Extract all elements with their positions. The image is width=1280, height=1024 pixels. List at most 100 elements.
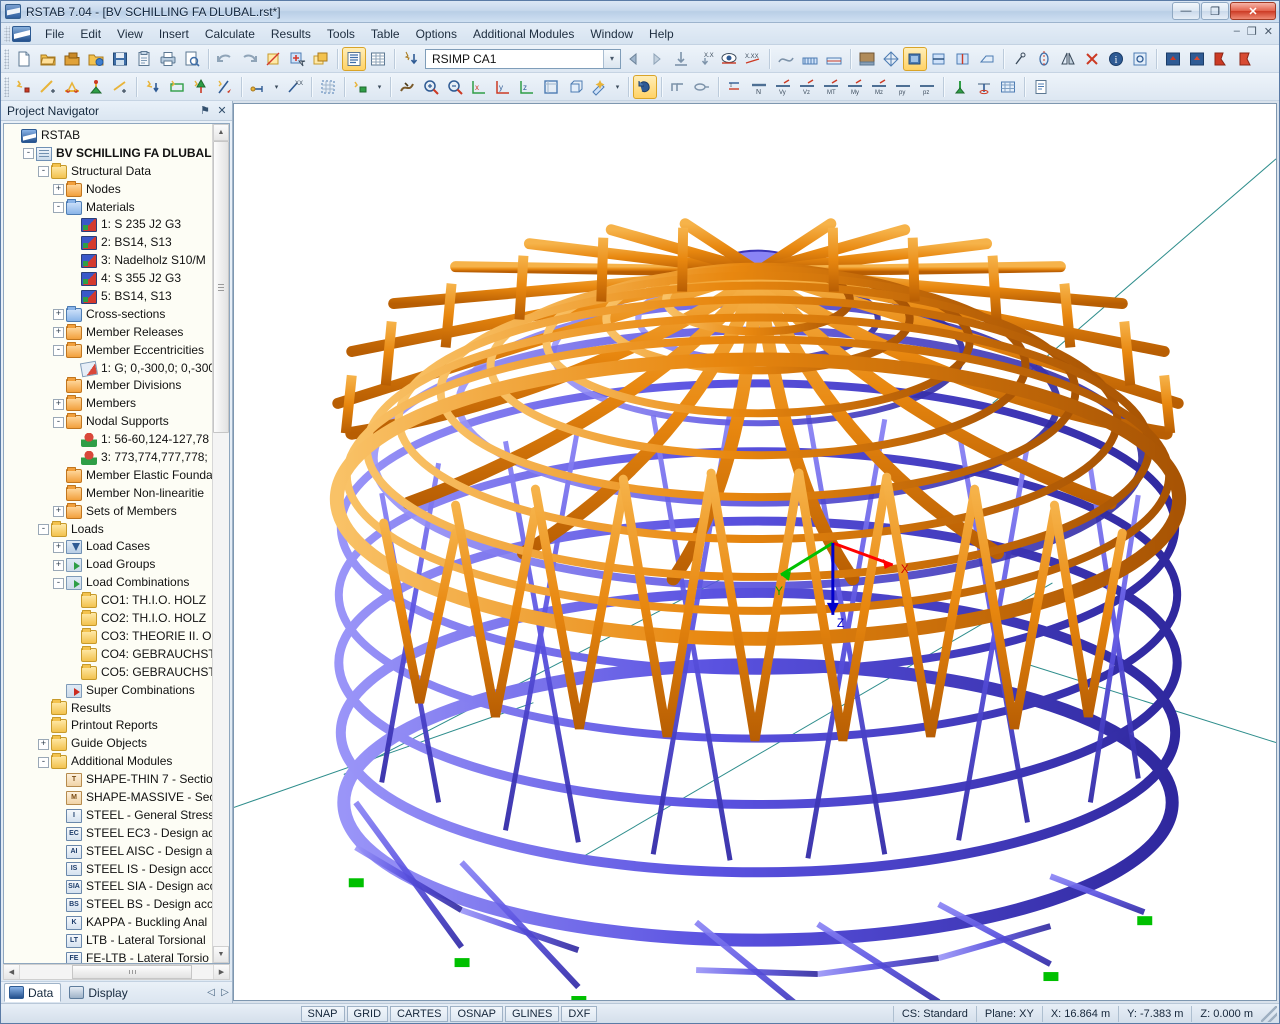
node-numbering-icon[interactable] — [246, 75, 270, 99]
tree-item[interactable]: CO1: TH.I.O. HOLZ — [8, 592, 212, 610]
toggle-snap[interactable]: SNAP — [301, 1006, 345, 1022]
tree-item[interactable]: BSSTEEL BS - Design acco — [8, 896, 212, 914]
tree-item[interactable]: 4: S 355 J2 G3 — [8, 270, 212, 288]
solid-model-icon[interactable] — [903, 47, 927, 71]
object-snap-dropdown-icon[interactable]: ▾ — [373, 75, 386, 99]
mdi-restore-button[interactable]: ❐ — [1247, 25, 1257, 38]
isometric-view-icon[interactable] — [539, 75, 563, 99]
mirror-icon[interactable] — [1056, 47, 1080, 71]
new-support-icon[interactable] — [84, 75, 108, 99]
tree-item[interactable]: 3: Nadelholz S10/M — [8, 252, 212, 270]
zoom-out-icon[interactable] — [443, 75, 467, 99]
tree-item[interactable]: -Member Eccentricities — [8, 342, 212, 360]
tree-item[interactable]: +Nodes — [8, 181, 212, 199]
tree-item[interactable]: TSHAPE-THIN 7 - Sectio — [8, 771, 212, 789]
member-numbering-icon[interactable]: XX — [283, 75, 307, 99]
rotate-icon[interactable] — [1032, 47, 1056, 71]
tree-item[interactable]: 1: S 235 J2 G3 — [8, 216, 212, 234]
toolbar-grip-1[interactable] — [4, 49, 9, 69]
tree-item[interactable]: SIASTEEL SIA - Design acc — [8, 878, 212, 896]
rotate-view-icon[interactable] — [633, 75, 657, 99]
load-case-add-icon[interactable] — [399, 47, 423, 71]
menu-window[interactable]: Window — [582, 24, 641, 44]
tab-display[interactable]: Display — [64, 983, 135, 1002]
tree-item[interactable]: CO2: TH.I.O. HOLZ — [8, 610, 212, 628]
tree-item[interactable]: +Members — [8, 395, 212, 413]
navigator-vertical-scrollbar[interactable]: ▲ ▼ — [212, 124, 229, 963]
result-My-icon[interactable]: My — [843, 75, 867, 99]
collapse-toggle-icon[interactable]: - — [23, 148, 34, 159]
result-values-icon[interactable]: X.XX — [741, 47, 765, 71]
menu-edit[interactable]: Edit — [72, 24, 109, 44]
show-tables-icon[interactable] — [342, 47, 366, 71]
dimension-icon[interactable] — [1008, 47, 1032, 71]
tree-item[interactable]: +Load Cases — [8, 538, 212, 556]
tree-item[interactable]: 5: BS14, S13 — [8, 288, 212, 306]
tree-item[interactable]: +Cross-sections — [8, 306, 212, 324]
tree-item[interactable]: Super Combinations — [8, 682, 212, 700]
tree-item[interactable]: RSTAB — [8, 127, 212, 145]
load-case-combo[interactable]: RSIMP CA1 ▾ — [425, 49, 621, 69]
tab-prev-icon[interactable]: ◁ — [204, 987, 218, 998]
collapse-toggle-icon[interactable]: - — [38, 166, 49, 177]
expand-toggle-icon[interactable]: + — [53, 560, 64, 571]
object-snap-icon[interactable] — [349, 75, 373, 99]
tree-item[interactable]: -Nodal Supports — [8, 413, 212, 431]
member-support-view-icon[interactable] — [1185, 47, 1209, 71]
result-MT-icon[interactable]: MT — [819, 75, 843, 99]
view-x-icon[interactable]: x — [467, 75, 491, 99]
rendering-icon[interactable] — [855, 47, 879, 71]
tree-item[interactable]: 2: BS14, S13 — [8, 234, 212, 252]
expand-toggle-icon[interactable]: + — [53, 542, 64, 553]
result-N-icon[interactable]: N — [747, 75, 771, 99]
tree-item[interactable]: +Load Groups — [8, 556, 212, 574]
menu-additional-modules[interactable]: Additional Modules — [465, 24, 582, 44]
collapse-toggle-icon[interactable]: - — [53, 578, 64, 589]
view-z-icon[interactable]: z — [515, 75, 539, 99]
tree-item[interactable]: +Sets of Members — [8, 503, 212, 521]
new-member-set-icon[interactable] — [60, 75, 84, 99]
tree-item[interactable]: CO4: GEBRAUCHST — [8, 646, 212, 664]
tab-data[interactable]: Data — [4, 983, 61, 1002]
menu-help[interactable]: Help — [641, 24, 682, 44]
view-y-icon[interactable]: y — [491, 75, 515, 99]
support-reaction-icon[interactable] — [948, 75, 972, 99]
nodal-support-view-icon[interactable] — [1161, 47, 1185, 71]
diagram-2-icon[interactable] — [822, 47, 846, 71]
open-file-icon[interactable] — [36, 47, 60, 71]
expand-toggle-icon[interactable]: + — [38, 739, 49, 750]
tree-item[interactable]: +Member Releases — [8, 324, 212, 342]
tree-item[interactable]: AISTEEL AISC - Design ac — [8, 843, 212, 861]
structural-model-3d-render[interactable]: Y X Z — [234, 104, 1276, 1000]
tree-item[interactable]: 1: G; 0,-300,0; 0,-300 — [8, 360, 212, 378]
menubar-grip[interactable] — [4, 26, 10, 42]
settings-gear-icon[interactable] — [1128, 47, 1152, 71]
show-loads-icon[interactable] — [669, 47, 693, 71]
collapse-toggle-icon[interactable]: - — [53, 417, 64, 428]
tree-item[interactable]: -BV SCHILLING FA DLUBAL.rs — [8, 145, 212, 163]
tree-item[interactable]: ISTEEL - General Stress — [8, 807, 212, 825]
result-diagram-icon[interactable] — [996, 75, 1020, 99]
expand-toggle-icon[interactable]: + — [53, 184, 64, 195]
menu-table[interactable]: Table — [363, 24, 408, 44]
new-node-icon[interactable] — [12, 75, 36, 99]
resize-grip[interactable] — [1261, 1006, 1277, 1022]
result-py-icon[interactable]: py — [891, 75, 915, 99]
zoom-all-icon[interactable] — [395, 75, 419, 99]
result-Mz-icon[interactable]: Mz — [867, 75, 891, 99]
printout-report-icon[interactable] — [1029, 75, 1053, 99]
toggle-dxf[interactable]: DXF — [561, 1006, 597, 1022]
new-member-icon[interactable] — [36, 75, 60, 99]
scroll-down-icon[interactable]: ▼ — [213, 946, 229, 963]
toggle-glines[interactable]: GLINES — [505, 1006, 559, 1022]
toolbar-grip-2[interactable] — [4, 77, 9, 97]
maximize-restore-button[interactable]: ❐ — [1201, 2, 1229, 20]
imperfection-icon[interactable] — [213, 75, 237, 99]
view-3d-icon[interactable] — [563, 75, 587, 99]
clipboard-icon[interactable] — [132, 47, 156, 71]
tree-item[interactable]: FEFE-LTB - Lateral Torsio — [8, 950, 212, 963]
result-table-icon[interactable] — [690, 75, 714, 99]
visibility-eye-icon[interactable] — [717, 47, 741, 71]
show-load-values-icon[interactable]: X.XX — [693, 47, 717, 71]
menu-insert[interactable]: Insert — [151, 24, 197, 44]
